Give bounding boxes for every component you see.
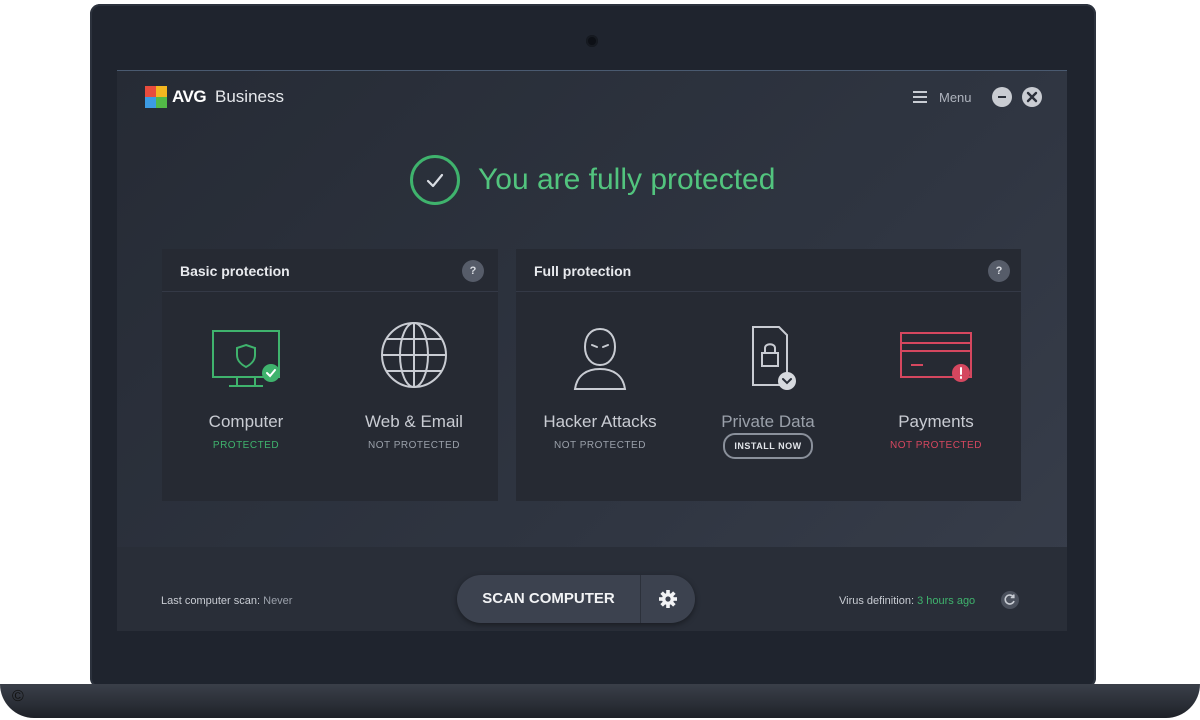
laptop-base <box>0 684 1200 718</box>
full-protection-panel: Full protection ? Hacker Attacks NOT PRO… <box>516 249 1021 501</box>
lock-document-icon <box>752 326 796 390</box>
feature-status: NOT PROTECTED <box>890 440 982 451</box>
feature-label: Web & Email <box>365 412 463 431</box>
feature-label: Private Data <box>721 412 815 431</box>
feature-status: NOT PROTECTED <box>554 440 646 451</box>
basic-protection-panel: Basic protection ? Computer PROTECTED We… <box>162 249 498 501</box>
protection-status: You are fully protected <box>410 155 775 205</box>
last-scan-value: Never <box>263 595 293 607</box>
help-button[interactable]: ? <box>988 260 1010 282</box>
title-bar: AVG Business Menu <box>117 71 1067 121</box>
avg-logo-icon <box>145 86 167 108</box>
menu-label: Menu <box>939 89 972 105</box>
virus-def-label: Virus definition: <box>839 595 915 607</box>
last-scan-info: Last computer scan: Never <box>161 595 292 607</box>
checkmark-circle-icon <box>410 155 460 205</box>
refresh-button[interactable] <box>1001 591 1019 609</box>
feature-hacker-attacks[interactable]: Hacker Attacks NOT PROTECTED <box>520 309 680 469</box>
virus-def-value: 3 hours ago <box>917 595 976 607</box>
brand-name: AVG <box>172 87 207 106</box>
globe-icon <box>381 322 447 388</box>
feature-label: Hacker Attacks <box>543 412 657 431</box>
gear-icon <box>659 590 677 608</box>
hacker-icon <box>573 327 627 390</box>
feature-label: Payments <box>898 412 974 431</box>
virus-definition-info: Virus definition: 3 hours ago <box>839 595 975 607</box>
feature-label: Computer <box>208 412 284 431</box>
scan-control: SCAN COMPUTER <box>457 575 695 623</box>
help-button[interactable]: ? <box>462 260 484 282</box>
hamburger-icon <box>913 91 927 103</box>
feature-status: PROTECTED <box>212 440 280 451</box>
feature-web-email[interactable]: Web & Email NOT PROTECTED <box>334 309 494 469</box>
panel-header: Basic protection ? <box>162 249 498 292</box>
status-message: You are fully protected <box>478 163 776 196</box>
menu-button[interactable]: Menu <box>913 87 972 107</box>
last-scan-label: Last computer scan: <box>161 595 261 607</box>
close-icon <box>1026 91 1038 103</box>
scan-computer-button[interactable]: SCAN COMPUTER <box>457 575 640 623</box>
feature-private-data[interactable]: Private Data INSTALL NOW <box>688 309 848 469</box>
monitor-shield-icon <box>212 330 280 387</box>
panel-title: Full protection <box>534 263 632 279</box>
close-button[interactable] <box>1022 87 1042 107</box>
feature-status: NOT PROTECTED <box>368 440 460 451</box>
copyright-mark: © <box>12 688 24 705</box>
webcam-icon <box>586 35 598 47</box>
avg-app-window: AVG Business Menu You are fully protecte… <box>117 70 1067 631</box>
refresh-icon <box>1004 594 1015 605</box>
install-now-button[interactable]: INSTALL NOW <box>723 433 813 459</box>
minimize-button[interactable] <box>992 87 1012 107</box>
panel-header: Full protection ? <box>516 249 1021 292</box>
feature-computer[interactable]: Computer PROTECTED <box>166 309 326 469</box>
panel-title: Basic protection <box>180 263 290 279</box>
credit-card-icon <box>900 332 972 382</box>
scan-settings-button[interactable] <box>641 575 695 623</box>
bottom-bar: Last computer scan: Never SCAN COMPUTER <box>117 547 1067 631</box>
feature-payments[interactable]: Payments NOT PROTECTED <box>856 309 1016 469</box>
product-name: Business <box>215 87 284 106</box>
